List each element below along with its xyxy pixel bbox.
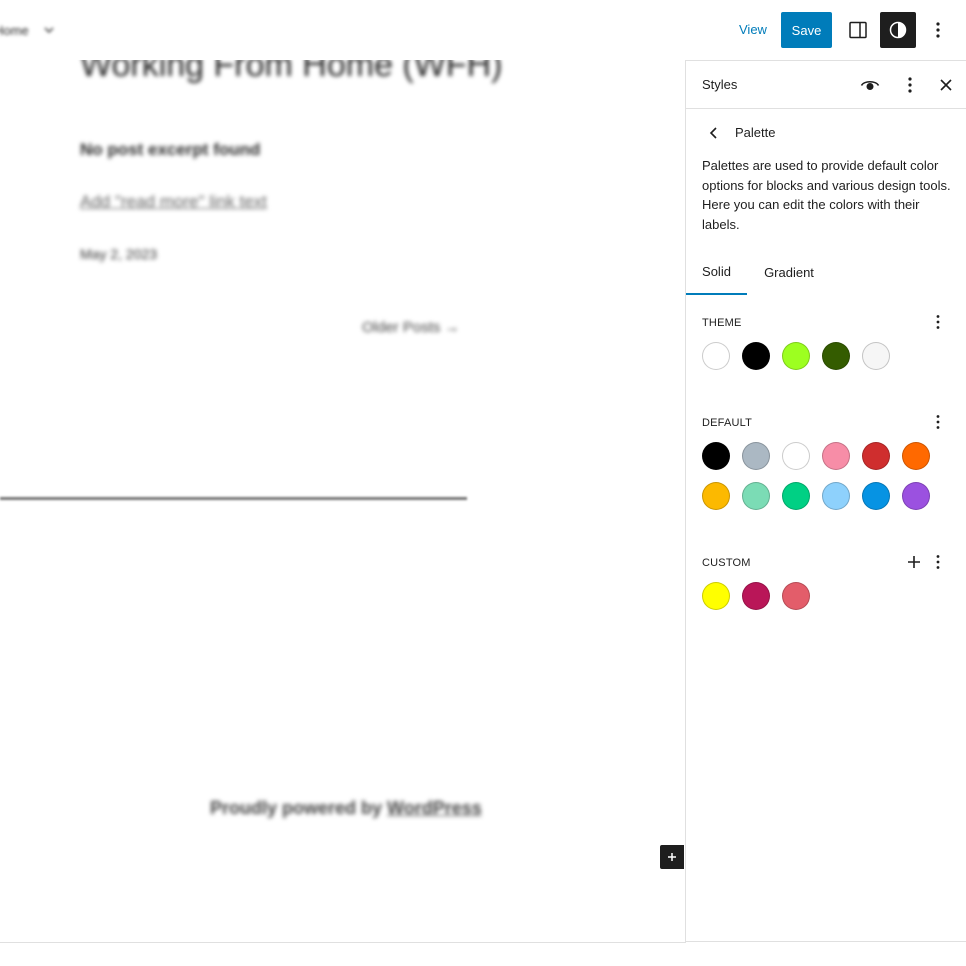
save-button[interactable]: Save [781, 12, 832, 48]
close-sidebar-button[interactable] [928, 67, 964, 103]
theme-color-swatch[interactable] [862, 342, 890, 370]
theme-color-swatch[interactable] [742, 342, 770, 370]
editor-canvas[interactable]: Working From Home (WFH) No post excerpt … [0, 60, 685, 942]
post-excerpt: No post excerpt found [80, 140, 261, 159]
top-toolbar: Home View Save [0, 0, 966, 60]
add-custom-color-button[interactable] [902, 550, 926, 574]
style-book-button[interactable] [852, 67, 888, 103]
default-color-swatch[interactable] [862, 482, 890, 510]
back-button[interactable] [702, 121, 726, 145]
default-section-label: DEFAULT [702, 417, 753, 429]
custom-section-label: CUSTOM [702, 557, 751, 569]
contrast-icon [889, 21, 907, 39]
older-posts-label: Older Posts [362, 319, 441, 336]
sidebar-icon [849, 21, 867, 39]
canvas-bottom-border [0, 942, 686, 943]
sidebar-more-button[interactable] [892, 67, 928, 103]
add-block-button[interactable] [660, 845, 684, 869]
more-vertical-icon [908, 77, 912, 93]
template-breadcrumb[interactable]: Home [0, 20, 55, 40]
palette-tabs: Solid Gradient [686, 249, 966, 295]
default-color-swatch[interactable] [902, 442, 930, 470]
more-vertical-icon [936, 555, 940, 569]
post-title: Working From Home (WFH) [80, 60, 503, 84]
custom-color-swatch[interactable] [782, 582, 810, 610]
eye-icon [860, 80, 880, 90]
tab-gradient[interactable]: Gradient [754, 249, 824, 295]
read-more-link: Add "read more" link text [80, 192, 267, 211]
custom-color-swatch[interactable] [702, 582, 730, 610]
settings-sidebar-toggle[interactable] [840, 12, 876, 48]
more-vertical-icon [936, 415, 940, 429]
chevron-left-icon [709, 127, 717, 139]
custom-color-swatch[interactable] [742, 582, 770, 610]
default-color-swatch[interactable] [902, 482, 930, 510]
sidebar-title: Styles [702, 77, 738, 92]
palette-description: Palettes are used to provide default col… [702, 158, 951, 233]
post-date: May 2, 2023 [80, 246, 158, 262]
default-color-swatch[interactable] [702, 442, 730, 470]
tab-solid[interactable]: Solid [686, 249, 747, 295]
more-vertical-icon [936, 22, 940, 38]
styles-button[interactable] [880, 12, 916, 48]
separator [0, 497, 467, 500]
custom-options-button[interactable] [926, 550, 950, 574]
arrow-right-icon: → [444, 319, 460, 336]
default-color-swatch[interactable] [742, 482, 770, 510]
theme-color-swatch[interactable] [702, 342, 730, 370]
styles-sidebar: Styles Palette Palettes are used to prov… [685, 60, 966, 942]
options-button[interactable] [920, 12, 956, 48]
default-color-swatch[interactable] [862, 442, 890, 470]
default-color-swatch[interactable] [742, 442, 770, 470]
default-color-swatch[interactable] [782, 442, 810, 470]
default-color-swatch[interactable] [782, 482, 810, 510]
plus-icon [668, 853, 676, 861]
theme-section-label: THEME [702, 317, 742, 329]
sidebar-header: Styles [686, 61, 966, 109]
default-options-button[interactable] [926, 410, 950, 434]
view-button[interactable]: View [739, 22, 767, 37]
close-icon [940, 79, 952, 91]
chevron-down-icon [44, 27, 54, 34]
theme-options-button[interactable] [926, 310, 950, 334]
default-color-swatch[interactable] [702, 482, 730, 510]
breadcrumb-label: Home [0, 22, 29, 38]
plus-icon [908, 556, 920, 568]
footer-link: WordPress [387, 798, 482, 818]
default-color-swatch[interactable] [822, 482, 850, 510]
footer-prefix: Proudly powered by [210, 798, 388, 818]
theme-color-swatch[interactable] [782, 342, 810, 370]
palette-heading: Palette [735, 125, 776, 140]
footer-credit: Proudly powered by WordPress [210, 798, 482, 819]
default-color-swatch[interactable] [822, 442, 850, 470]
more-vertical-icon [936, 315, 940, 329]
older-posts-link: Older Posts → [362, 319, 460, 336]
theme-color-swatch[interactable] [822, 342, 850, 370]
